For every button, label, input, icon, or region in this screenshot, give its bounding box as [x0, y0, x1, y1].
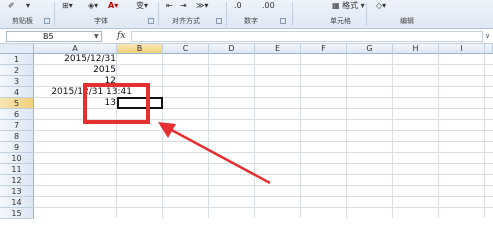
highlight-box: [83, 83, 150, 124]
alignment-launcher-icon[interactable]: [216, 18, 222, 24]
ribbon-separator: [292, 2, 293, 26]
gridline: [438, 54, 439, 218]
dropdown-arrow-icon[interactable]: ▾: [26, 1, 30, 11]
column-header-partial[interactable]: [485, 44, 493, 54]
font-color-button[interactable]: A▾: [108, 1, 118, 11]
row-header-6[interactable]: 6: [0, 109, 34, 120]
column-header-i[interactable]: I: [439, 44, 485, 54]
ribbon: ✐ ▾ ⊞▾ ◈▾ A▾ 变▾ ⇤ ⇥ ≫▾ .0 .00 ▦ 格式 ▾ ◇▾ …: [0, 0, 493, 29]
font-color-letter: A: [108, 1, 115, 10]
gridline: [34, 163, 493, 164]
gridline: [116, 54, 117, 218]
row-header-2[interactable]: 2: [0, 65, 34, 76]
gridline: [34, 141, 493, 142]
ribbon-separator: [54, 2, 55, 26]
row-header-11[interactable]: 11: [0, 164, 34, 175]
insert-function-button[interactable]: fx: [117, 31, 125, 41]
group-label-alignment: 对齐方式: [172, 17, 200, 25]
gridline: [34, 152, 493, 153]
font-launcher-icon[interactable]: [148, 18, 154, 24]
ribbon-separator: [226, 2, 227, 26]
expand-formula-bar-icon[interactable]: ∨: [485, 32, 490, 40]
group-label-font: 字体: [94, 17, 108, 25]
gridline: [254, 54, 255, 218]
row-header-12[interactable]: 12: [0, 175, 34, 186]
column-header-h[interactable]: H: [393, 44, 439, 54]
row-header-1[interactable]: 1: [0, 54, 34, 65]
row-header-13[interactable]: 13: [0, 186, 34, 197]
group-label-clipboard: 剪贴板: [12, 17, 33, 25]
column-header-b[interactable]: B: [117, 44, 163, 54]
column-header-f[interactable]: F: [301, 44, 347, 54]
fill-color-icon[interactable]: ◈▾: [88, 1, 98, 11]
column-header-d[interactable]: D: [209, 44, 255, 54]
column-header-a[interactable]: A: [34, 44, 117, 54]
row-header-10[interactable]: 10: [0, 153, 34, 164]
gridline: [162, 54, 163, 218]
gridline: [484, 54, 485, 218]
select-all-corner[interactable]: [0, 44, 34, 54]
gridline: [300, 54, 301, 218]
clipboard-launcher-icon[interactable]: [44, 18, 50, 24]
gridline: [208, 54, 209, 218]
gridline: [34, 207, 493, 208]
spreadsheet-grid: A B C D E F G H I 1 2 3 4 5 6 7 8 9 10 1…: [0, 44, 493, 219]
ribbon-controls-row: ✐ ▾ ⊞▾ ◈▾ A▾ 变▾ ⇤ ⇥ ≫▾ .0 .00 ▦ 格式 ▾ ◇▾: [0, 0, 493, 12]
format-dropdown-icon: ▾: [360, 1, 365, 10]
format-painter-icon[interactable]: ✐: [8, 1, 15, 11]
clear-icon[interactable]: ◇▾: [376, 1, 386, 11]
format-label: 格式: [342, 1, 359, 10]
group-label-editing: 编辑: [400, 17, 414, 25]
ribbon-separator: [158, 2, 159, 26]
row-header-7[interactable]: 7: [0, 120, 34, 131]
row-header-14[interactable]: 14: [0, 197, 34, 208]
row-header-8[interactable]: 8: [0, 131, 34, 142]
gridline: [34, 174, 493, 175]
number-launcher-icon[interactable]: [280, 18, 286, 24]
column-header-c[interactable]: C: [163, 44, 209, 54]
orientation-icon[interactable]: ≫▾: [196, 1, 208, 11]
row-header-5[interactable]: 5: [0, 98, 34, 109]
row-header-15[interactable]: 15: [0, 208, 34, 219]
gridline: [34, 130, 493, 131]
format-button[interactable]: ▦ 格式 ▾: [332, 1, 365, 11]
increase-decimal-icon[interactable]: .0: [234, 1, 242, 11]
name-box[interactable]: B5: [6, 31, 102, 42]
gridline: [346, 54, 347, 218]
cell-a2[interactable]: 2015: [34, 65, 116, 76]
formula-bar: B5 ▼ fx ∨: [0, 29, 493, 44]
border-icon[interactable]: ⊞▾: [62, 1, 73, 11]
gridline: [392, 54, 393, 218]
increase-indent-icon[interactable]: ⇥: [180, 1, 187, 11]
ribbon-separator: [366, 2, 367, 26]
gridline: [34, 185, 493, 186]
formula-input[interactable]: [131, 31, 483, 42]
phonetic-icon[interactable]: 变▾: [136, 1, 148, 11]
format-icon: ▦: [332, 1, 340, 10]
decrease-decimal-icon[interactable]: .00: [262, 1, 275, 11]
decrease-indent-icon[interactable]: ⇤: [166, 1, 173, 11]
group-label-number: 数字: [244, 17, 258, 25]
cell-a1[interactable]: 2015/12/31: [34, 54, 116, 65]
group-label-cells: 单元格: [330, 17, 351, 25]
gridline: [34, 196, 493, 197]
name-box-dropdown-icon[interactable]: ▼: [94, 33, 99, 40]
row-header-9[interactable]: 9: [0, 142, 34, 153]
column-header-e[interactable]: E: [255, 44, 301, 54]
column-header-g[interactable]: G: [347, 44, 393, 54]
row-header-3[interactable]: 3: [0, 76, 34, 87]
